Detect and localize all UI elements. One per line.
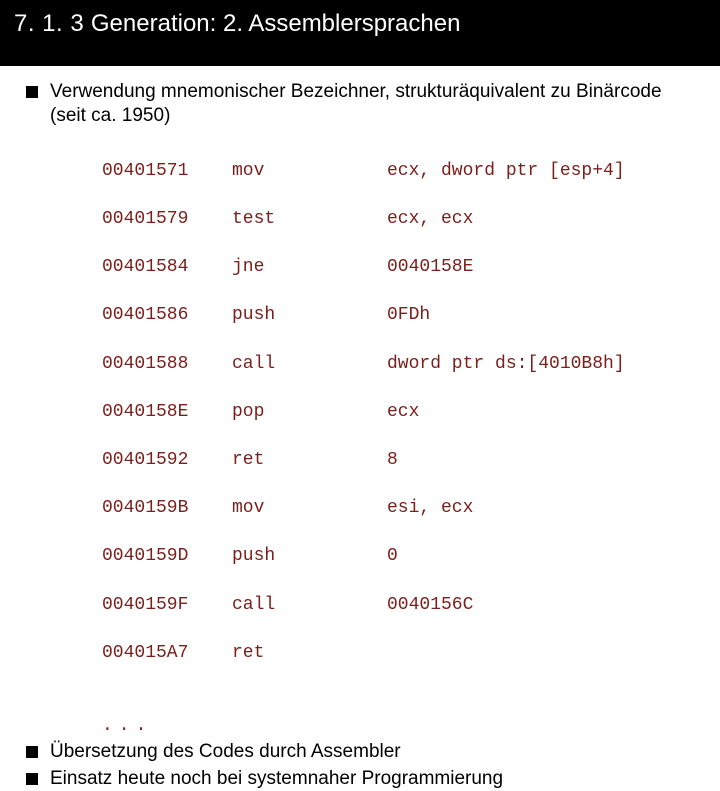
- code-row: 00401592ret8: [102, 448, 700, 472]
- code-addr: 0040159F: [102, 593, 232, 617]
- code-addr: 00401579: [102, 207, 232, 231]
- code-row: 00401588calldword ptr ds:[4010B8h]: [102, 352, 700, 376]
- code-row: 0040159Bmovesi, ecx: [102, 496, 700, 520]
- code-row: 00401571movecx, dword ptr [esp+4]: [102, 159, 700, 183]
- code-args: 0FDh: [387, 303, 430, 327]
- code-addr: 0040159D: [102, 544, 232, 568]
- code-op: mov: [232, 159, 387, 183]
- code-row: 00401579testecx, ecx: [102, 207, 700, 231]
- code-addr: 00401592: [102, 448, 232, 472]
- bullet-item: Übersetzung des Codes durch Assembler: [20, 740, 700, 764]
- code-addr: 0040159B: [102, 496, 232, 520]
- bullet-text: Verwendung mnemonischer Bezeichner, stru…: [50, 81, 662, 126]
- code-addr: 0040158E: [102, 400, 232, 424]
- title-text: Generation: 2. Assemblersprachen: [91, 10, 461, 37]
- code-row: 0040159Dpush0: [102, 544, 700, 568]
- code-args: 0: [387, 544, 398, 568]
- code-args: ecx, dword ptr [esp+4]: [387, 159, 625, 183]
- code-op: jne: [232, 255, 387, 279]
- code-args: dword ptr ds:[4010B8h]: [387, 352, 625, 376]
- code-args: ecx, ecx: [387, 207, 473, 231]
- code-addr: 00401586: [102, 303, 232, 327]
- title-bar: 7. 1. 3 Generation: 2. Assemblersprachen: [0, 0, 720, 66]
- code-addr: 00401588: [102, 352, 232, 376]
- code-args: 0040156C: [387, 593, 473, 617]
- section-number: 7. 1. 3: [14, 10, 84, 37]
- code-op: call: [232, 352, 387, 376]
- code-op: mov: [232, 496, 387, 520]
- code-args: esi, ecx: [387, 496, 473, 520]
- code-addr: 00401571: [102, 159, 232, 183]
- code-ellipsis: ...: [102, 715, 700, 738]
- code-op: test: [232, 207, 387, 231]
- bullet-item: Einsatz heute noch bei systemnaher Progr…: [20, 767, 700, 791]
- code-args: ecx: [387, 400, 419, 424]
- code-row: 0040159Fcall0040156C: [102, 593, 700, 617]
- code-op: ret: [232, 448, 387, 472]
- code-op: pop: [232, 400, 387, 424]
- bullet-item: Verwendung mnemonischer Bezeichner, stru…: [20, 80, 700, 738]
- code-row: 00401586push0FDh: [102, 303, 700, 327]
- code-row: 0040158Epopecx: [102, 400, 700, 424]
- code-op: push: [232, 544, 387, 568]
- bullet-list: Verwendung mnemonischer Bezeichner, stru…: [20, 80, 700, 791]
- code-op: call: [232, 593, 387, 617]
- code-args: 8: [387, 448, 398, 472]
- code-op: ret: [232, 641, 387, 665]
- code-args: 0040158E: [387, 255, 473, 279]
- code-addr: 00401584: [102, 255, 232, 279]
- code-addr: 004015A7: [102, 641, 232, 665]
- slide: 7. 1. 3 Generation: 2. Assemblersprachen…: [0, 0, 720, 540]
- code-op: push: [232, 303, 387, 327]
- bullet-text: Übersetzung des Codes durch Assembler: [50, 741, 401, 762]
- content-area: Verwendung mnemonischer Bezeichner, stru…: [0, 66, 720, 791]
- bullet-text: Einsatz heute noch bei systemnaher Progr…: [50, 768, 503, 789]
- code-block: 00401571movecx, dword ptr [esp+4] 004015…: [102, 135, 700, 714]
- code-row: 00401584jne0040158E: [102, 255, 700, 279]
- code-row: 004015A7ret: [102, 641, 700, 665]
